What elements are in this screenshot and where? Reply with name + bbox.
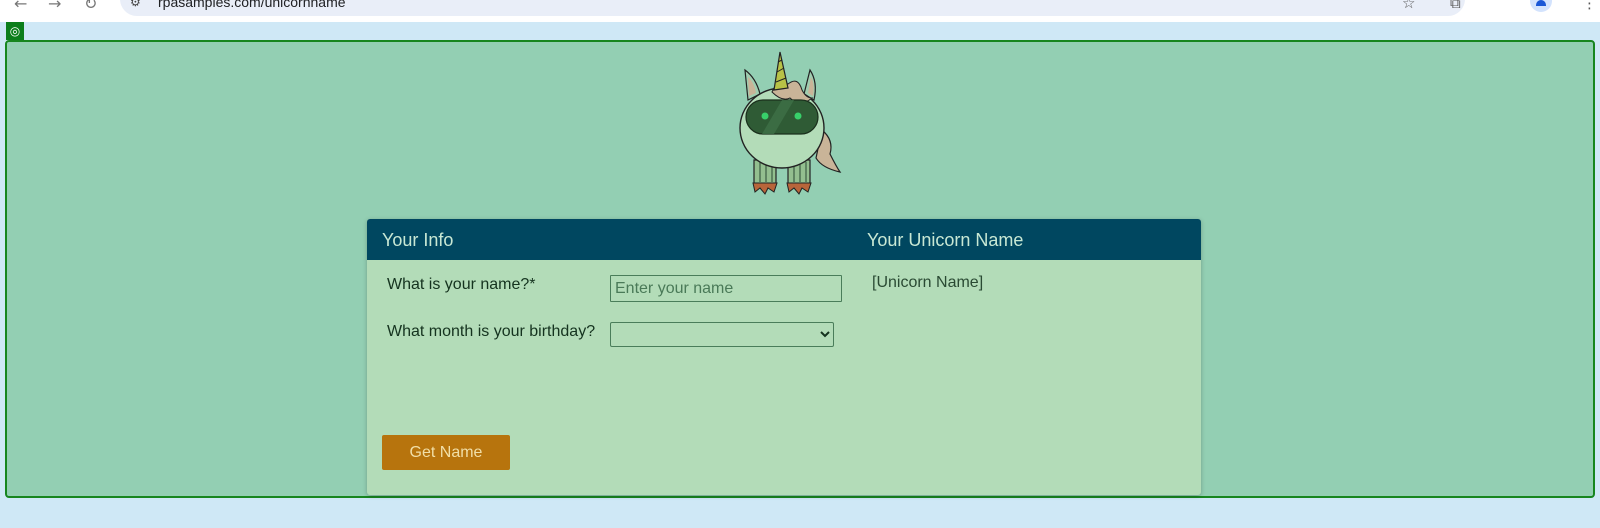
unicorn-form-card: Your Info Your Unicorn Name What is your… [367,219,1201,495]
back-arrow-icon[interactable]: ← [14,0,27,13]
url-text: rpasamples.com/unicornname [158,0,346,10]
name-label: What is your name?* [387,276,536,293]
target-marker-icon: ◎ [6,22,24,40]
unicorn-robot-icon [739,51,842,195]
card-header: Your Info Your Unicorn Name [367,219,1201,260]
birthday-month-label: What month is your birthday? [387,323,596,340]
profile-avatar-icon[interactable] [1530,0,1552,12]
more-menu-icon[interactable]: ⋮ [1582,0,1597,12]
birthday-month-select[interactable] [610,322,834,347]
browser-chrome: ← → ↻ ⚙ rpasamples.com/unicornname ☆ ⧉ ⋮ [0,0,1600,22]
name-input[interactable] [610,275,842,302]
your-info-heading: Your Info [382,230,454,250]
reload-icon[interactable]: ↻ [84,0,97,13]
forward-arrow-icon[interactable]: → [48,0,61,13]
bookmark-star-icon[interactable]: ☆ [1402,0,1415,12]
extensions-icon[interactable]: ⧉ [1450,0,1461,12]
address-bar[interactable]: ⚙ rpasamples.com/unicornname [120,0,1465,16]
site-info-icon[interactable]: ⚙ [130,0,141,9]
unicorn-name-result: [Unicorn Name] [872,274,984,291]
your-unicorn-name-heading: Your Unicorn Name [867,230,1024,250]
get-name-button[interactable]: Get Name [382,435,510,470]
